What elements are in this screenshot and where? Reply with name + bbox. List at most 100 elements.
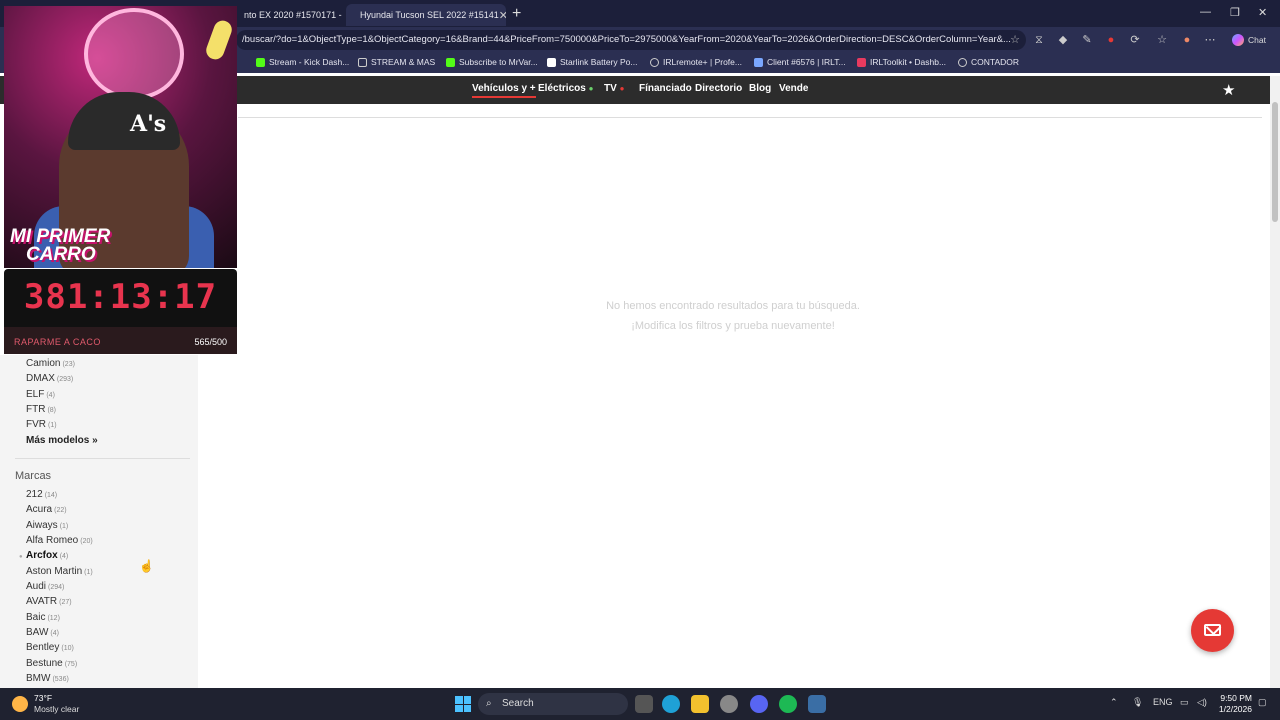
leaf-icon: ● [588,84,594,93]
bookmark-label: Starlink Battery Po... [560,57,638,67]
clock-date[interactable]: 1/2/2026 [1212,704,1252,714]
bookmark-label: CONTADOR [971,57,1020,67]
taskbar-search[interactable]: ⌕ Search [478,693,628,715]
close-window-icon[interactable]: ✕ [1258,6,1267,19]
url-text: /buscar/?do=1&ObjectType=1&ObjectCategor… [242,34,1011,45]
nav-electricos[interactable]: Eléctricos ● [538,83,593,94]
brand-filter-item[interactable]: Acura (22) [26,504,67,515]
file-explorer-icon[interactable] [691,695,709,713]
more-menu-icon[interactable]: ⋯ [1203,33,1217,47]
brand-filter-item[interactable]: Bestune (75) [26,658,77,669]
brand-filter-item[interactable]: Bentley (10) [26,642,74,653]
extension-icon[interactable]: ✎ [1080,33,1094,47]
edge-icon[interactable] [662,695,680,713]
extension-icon[interactable]: ● [1104,33,1118,47]
favorites-star-icon[interactable]: ★ [1222,81,1235,99]
brand-filter-item[interactable]: Alfa Romeo (20) [26,535,93,546]
notification-icon[interactable]: ▢ [1258,697,1267,708]
nav-vehiculos[interactable]: Vehículos y + [472,83,536,98]
url-input[interactable]: /buscar/?do=1&ObjectType=1&ObjectCategor… [236,30,1026,50]
weather-desc[interactable]: Mostly clear [34,704,79,714]
brand-filter-item[interactable]: BAW (4) [26,627,59,638]
new-tab-button[interactable]: + [512,5,521,23]
page-scrollbar[interactable] [1270,76,1280,688]
restore-icon[interactable]: ❐ [1230,6,1240,19]
bookmark-item[interactable]: IRLToolkit • Dashb... [857,57,946,67]
brand-filter-item[interactable]: Aiways (1) [26,520,68,531]
windows-start-icon[interactable] [455,696,471,712]
discord-icon[interactable] [750,695,768,713]
extension-icon[interactable]: ⧖ [1032,33,1046,47]
profile-avatar-icon[interactable]: ● [1180,33,1194,47]
irl-icon [754,57,763,67]
more-models-link[interactable]: Más modelos » [26,435,98,446]
globe-icon [650,57,659,67]
bookmark-item[interactable]: Client #6576 | IRLT... [754,57,846,67]
nav-financiado[interactable]: Fínanciado [639,83,692,94]
model-name: FTR [26,404,46,415]
model-name: FVR [26,419,46,430]
extensions-puzzle-icon[interactable]: ⟳ [1128,33,1142,47]
weather-moon-icon[interactable] [12,696,28,712]
minimize-icon[interactable]: — [1200,6,1211,18]
steam-icon[interactable] [808,695,826,713]
brand-count: (536) [52,676,69,683]
model-filter-item[interactable]: Camion (23) [26,358,75,369]
bookmark-item[interactable]: CONTADOR [958,57,1019,67]
nav-vende[interactable]: Vende [779,83,808,94]
chrome-icon[interactable] [720,695,738,713]
language-indicator[interactable]: ENG [1153,697,1173,707]
bookmark-item[interactable]: Subscribe to MrVar... [446,57,538,67]
bookmark-item[interactable]: STREAM & MAS [358,57,435,67]
model-filter-item[interactable]: FTR (8) [26,404,56,415]
model-name: ELF [26,389,45,400]
model-name: DMAX [26,373,55,384]
bookmark-label: Client #6576 | IRLT... [767,57,846,67]
network-icon[interactable]: ▭ [1180,697,1189,708]
model-count: (293) [56,376,74,383]
brands-heading: Marcas [15,470,52,482]
tray-chevron-icon[interactable]: ⌃ [1110,697,1118,708]
brand-name: BMW [26,673,51,684]
brand-filter-item[interactable]: 212 (14) [26,489,57,500]
brand-filter-item[interactable]: BMW (536) [26,673,69,684]
nav-tv[interactable]: TV ● [604,83,624,94]
model-filter-item[interactable]: ELF (4) [26,389,55,400]
brand-count: (1) [59,523,69,530]
brand-filter-item-hovered[interactable]: Arcfox (4) [26,550,68,561]
clock-time[interactable]: 9:50 PM [1218,693,1252,703]
bookmark-item[interactable]: Starlink Battery Po... [547,57,637,67]
brand-filter-item[interactable]: Aston Martin (1) [26,566,93,577]
brand-name: 212 [26,489,43,500]
favorite-star-icon[interactable]: ☆ [1010,30,1020,50]
browser-tab[interactable]: nto EX 2020 #1570171 - S ✕ [236,4,344,26]
close-icon[interactable]: ✕ [499,9,506,22]
copilot-chat-button[interactable]: Chat [1228,31,1270,49]
contact-message-button[interactable] [1191,609,1234,652]
brand-filter-item[interactable]: Audi (294) [26,581,64,592]
kick-icon [446,57,455,67]
model-filter-item[interactable]: FVR (1) [26,419,57,430]
brand-filter-item[interactable]: Baic (12) [26,612,60,623]
browser-tab-active[interactable]: Hyundai Tucson SEL 2022 #15141 ✕ [346,4,506,26]
bookmark-item[interactable]: IRLremote+ | Profe... [650,57,742,67]
nav-directorio[interactable]: Directorio [695,83,742,94]
cap-logo-icon: A's [130,111,167,137]
logo-line2: CARRO [26,244,96,265]
irltoolkit-icon [857,57,866,67]
brand-count: (27) [59,599,72,606]
sidebar-divider [15,458,190,459]
volume-icon[interactable]: ◁) [1197,697,1207,708]
weather-temp[interactable]: 73°F [34,693,52,703]
bookmark-item[interactable]: Stream - Kick Dash... [256,57,349,67]
favorites-icon[interactable]: ☆ [1155,33,1169,47]
task-view-icon[interactable] [635,695,653,713]
scrollbar-thumb[interactable] [1272,102,1278,222]
microphone-icon[interactable]: 🎙 [1132,697,1143,708]
nav-blog[interactable]: Blog [749,83,771,94]
model-count: (4) [46,392,55,399]
brand-filter-item[interactable]: AVATR (27) [26,596,72,607]
model-filter-item[interactable]: DMAX (293) [26,373,73,384]
extension-icon[interactable]: ◆ [1056,33,1070,47]
spotify-icon[interactable] [779,695,797,713]
